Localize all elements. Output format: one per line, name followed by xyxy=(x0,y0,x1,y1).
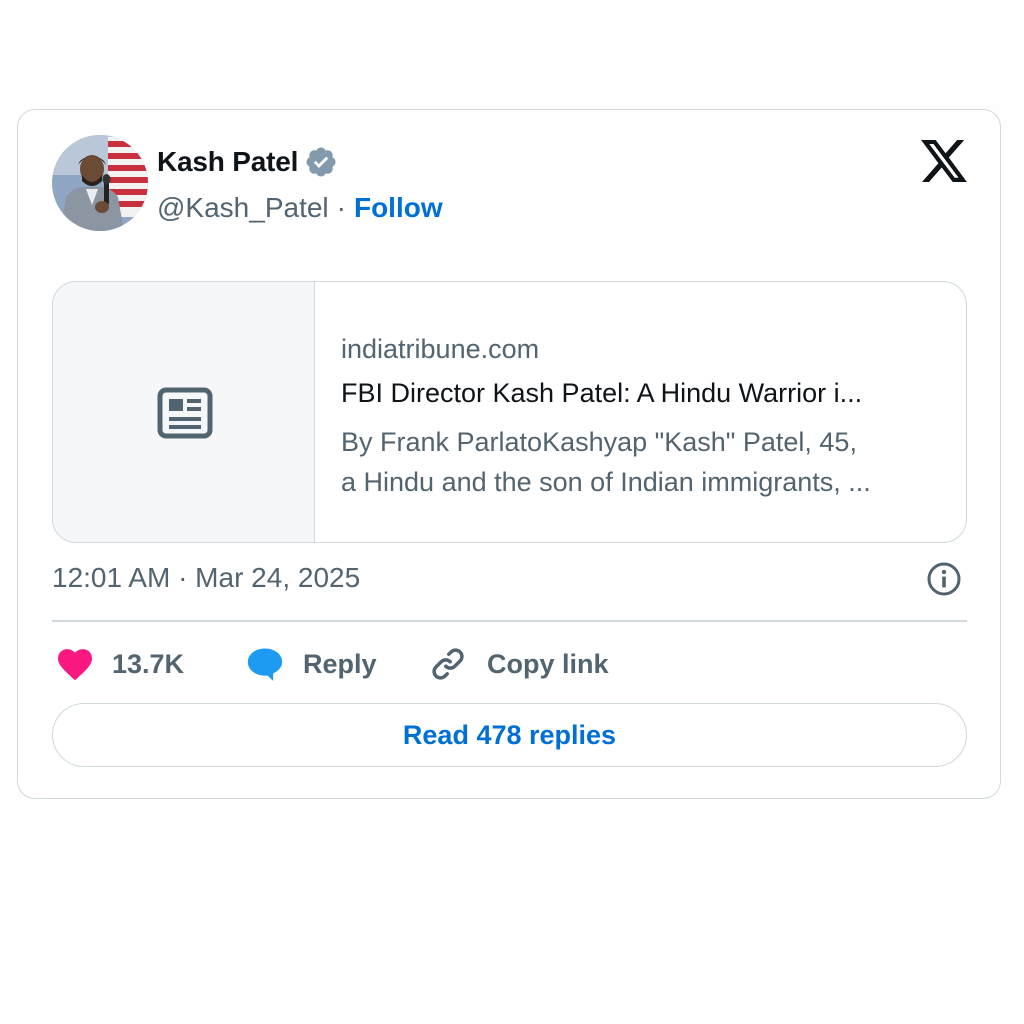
post-timestamp[interactable]: 12:01 AM · Mar 24, 2025 xyxy=(52,562,360,594)
like-button[interactable]: 13.7K xyxy=(56,642,184,686)
follow-button[interactable]: Follow xyxy=(354,192,443,224)
read-replies-label: Read 478 replies xyxy=(402,719,617,750)
link-description-line: a Hindu and the son of Indian immigrants… xyxy=(341,467,871,497)
link-thumbnail xyxy=(53,282,315,542)
author-name[interactable]: Kash Patel xyxy=(157,146,298,178)
speech-bubble-icon xyxy=(245,646,285,682)
read-replies-button[interactable]: Read 478 replies xyxy=(52,703,967,767)
avatar[interactable] xyxy=(52,135,148,231)
heart-icon xyxy=(56,647,94,681)
link-preview-card[interactable]: indiatribune.com FBI Director Kash Patel… xyxy=(52,281,967,543)
author-name-row[interactable]: Kash Patel xyxy=(157,142,338,182)
link-title: FBI Director Kash Patel: A Hindu Warrior… xyxy=(341,378,863,408)
reply-button[interactable]: Reply xyxy=(245,642,377,686)
embedded-post-card: Kash Patel @Kash_Patel · Follow indiatri… xyxy=(17,109,1001,799)
newspaper-icon xyxy=(157,387,213,439)
x-logo-icon[interactable] xyxy=(921,140,967,182)
handle-separator: · xyxy=(336,192,346,223)
link-description: By Frank ParlatoKashyap "Kash" Patel, 45… xyxy=(341,422,947,502)
author-handle-row: @Kash_Patel · Follow xyxy=(157,188,443,228)
info-icon[interactable] xyxy=(926,561,962,597)
copy-link-label: Copy link xyxy=(487,648,609,679)
like-count: 13.7K xyxy=(112,648,185,679)
verified-badge-icon xyxy=(304,145,338,179)
reply-label: Reply xyxy=(303,648,377,679)
link-description-line: By Frank ParlatoKashyap "Kash" Patel, 45… xyxy=(341,427,857,457)
link-domain: indiatribune.com xyxy=(341,334,540,364)
author-handle[interactable]: @Kash_Patel xyxy=(157,192,329,224)
link-icon xyxy=(429,645,467,683)
copy-link-button[interactable]: Copy link xyxy=(429,642,609,686)
divider xyxy=(52,620,967,622)
